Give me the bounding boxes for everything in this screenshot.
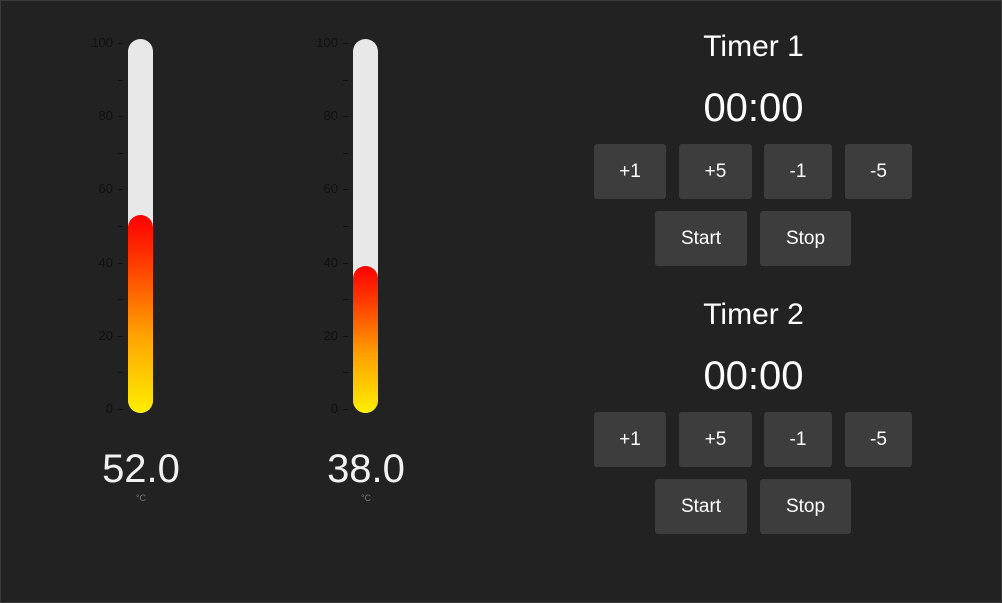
scale-tick-label: 80: [98, 108, 113, 124]
scale-minor-tick: [118, 153, 123, 154]
scale-tick-mark: [118, 409, 123, 410]
scale-tick-mark: [343, 189, 348, 190]
timer-2-start-button[interactable]: Start: [655, 479, 747, 534]
temperature-reading: 38.0: [327, 447, 405, 491]
scale-tick-mark: [118, 116, 123, 117]
timer-2-stop-button[interactable]: Stop: [760, 479, 851, 534]
scale-tick-mark: [118, 263, 123, 264]
scale-minor-tick: [343, 153, 348, 154]
scale-tick-label: 60: [323, 181, 338, 197]
scale-minor-tick: [118, 372, 123, 373]
scale-tick-mark: [343, 336, 348, 337]
thermometer-tube: [353, 39, 378, 413]
temperature-unit: °C: [135, 493, 147, 503]
timer-1-plus-1-button[interactable]: +1: [594, 144, 666, 199]
timer-2-minus-5-button[interactable]: -5: [845, 412, 912, 467]
scale-tick-label: 100: [91, 35, 113, 50]
scale-tick-label: 0: [105, 401, 113, 416]
timer-1-start-button[interactable]: Start: [655, 211, 747, 266]
scale-tick-label: 0: [330, 401, 338, 416]
timer-2-plus-1-button[interactable]: +1: [594, 412, 666, 467]
scale-tick-label: 80: [323, 108, 338, 124]
temperature-reading: 52.0: [102, 447, 180, 491]
timer-1-minus-1-button[interactable]: -1: [764, 144, 832, 199]
scale-tick-label: 20: [323, 327, 338, 343]
temperature-unit: °C: [360, 493, 372, 503]
timer-title: Timer 1: [703, 30, 804, 63]
thermometer-scale: 0 20 40 60 80 100: [41, 1, 123, 421]
scale-tick-mark: [343, 263, 348, 264]
timer-display: 00:00: [703, 86, 804, 130]
scale-tick-mark: [118, 43, 123, 44]
timer-1-plus-5-button[interactable]: +5: [679, 144, 752, 199]
thermometer-1: 0 20 40 60 80 100 52.0 °C: [41, 1, 241, 521]
thermometer-2: 0 20 40 60 80 100 38.0 °C: [266, 1, 466, 521]
scale-tick-label: 60: [98, 181, 113, 197]
scale-tick-mark: [343, 116, 348, 117]
scale-minor-tick: [343, 80, 348, 81]
timer-1-stop-button[interactable]: Stop: [760, 211, 851, 266]
scale-tick-label: 100: [316, 35, 338, 50]
timer-2-plus-5-button[interactable]: +5: [679, 412, 752, 467]
scale-minor-tick: [118, 80, 123, 81]
scale-minor-tick: [343, 372, 348, 373]
dashboard: 0 20 40 60 80 100 52.0 °C 0 20 40 60 80 100 38.0 °…: [0, 0, 1002, 603]
timer-2-minus-1-button[interactable]: -1: [764, 412, 832, 467]
thermometer-fill: [353, 265, 378, 413]
scale-tick-mark: [343, 43, 348, 44]
scale-tick-label: 40: [98, 254, 113, 270]
scale-minor-tick: [118, 299, 123, 300]
timer-1-minus-5-button[interactable]: -5: [845, 144, 912, 199]
scale-tick-mark: [118, 189, 123, 190]
scale-minor-tick: [343, 299, 348, 300]
scale-minor-tick: [118, 226, 123, 227]
thermometer-scale: 0 20 40 60 80 100: [266, 1, 348, 421]
timer-title: Timer 2: [703, 298, 804, 331]
scale-tick-mark: [118, 336, 123, 337]
scale-tick-label: 20: [98, 327, 113, 343]
thermometer-fill: [128, 214, 153, 413]
thermometer-tube: [128, 39, 153, 413]
scale-tick-label: 40: [323, 254, 338, 270]
timer-display: 00:00: [703, 354, 804, 398]
scale-minor-tick: [343, 226, 348, 227]
scale-tick-mark: [343, 409, 348, 410]
